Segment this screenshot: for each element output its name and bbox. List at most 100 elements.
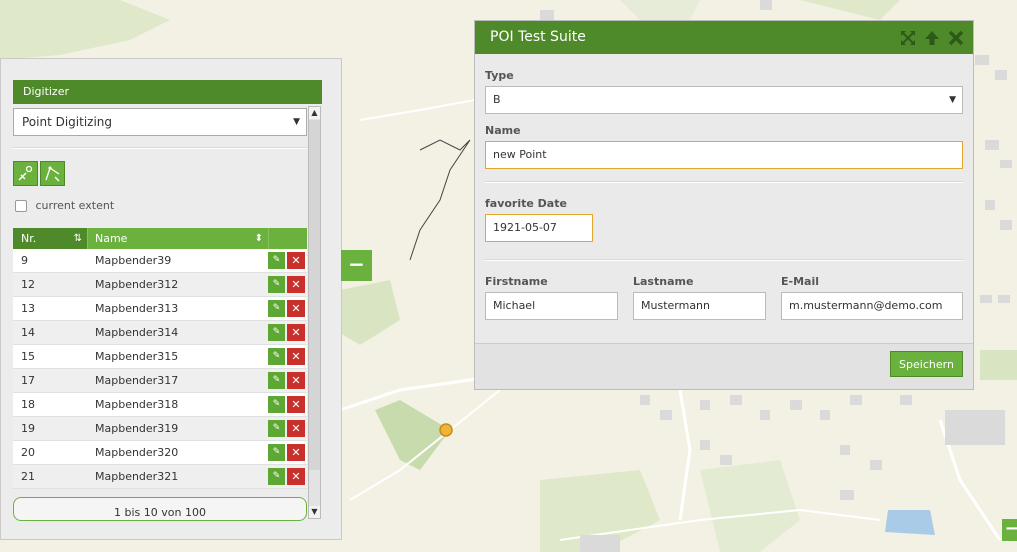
cell-nr: 12: [21, 278, 35, 291]
edit-icon[interactable]: ✎: [268, 396, 285, 413]
cell-name: Mapbender313: [95, 302, 179, 315]
delete-icon[interactable]: ✕: [287, 324, 305, 341]
zoom-out-button[interactable]: −: [1002, 519, 1017, 541]
scroll-down-icon[interactable]: ▼: [309, 506, 320, 518]
cell-name: Mapbender321: [95, 470, 179, 483]
feature-table: Nr. ⇅ Name ⬍ 9 Mapbender39 ✎ ✕ 12 Mapben…: [13, 228, 307, 489]
schema-select[interactable]: Point Digitizing ▼: [13, 108, 307, 136]
delete-icon[interactable]: ✕: [287, 468, 305, 485]
table-row[interactable]: 20 Mapbender320 ✎ ✕: [13, 441, 307, 465]
dialog-header[interactable]: POI Test Suite: [475, 21, 973, 54]
edit-icon[interactable]: ✎: [268, 444, 285, 461]
row-actions: ✎ ✕: [268, 345, 307, 368]
divider: [13, 147, 307, 149]
column-header-actions: [268, 228, 307, 249]
edit-icon[interactable]: ✎: [268, 276, 285, 293]
cell-nr: 19: [21, 422, 35, 435]
cell-nr: 15: [21, 350, 35, 363]
digitizer-header: Digitizer: [13, 80, 322, 104]
type-select-value: B: [493, 93, 501, 106]
edit-icon[interactable]: ✎: [268, 468, 285, 485]
close-icon[interactable]: [947, 29, 965, 47]
divider: [485, 181, 963, 183]
type-label: Type: [485, 69, 514, 82]
cell-name: Mapbender318: [95, 398, 179, 411]
dialog-title: POI Test Suite: [490, 29, 586, 45]
delete-icon[interactable]: ✕: [287, 276, 305, 293]
delete-icon[interactable]: ✕: [287, 372, 305, 389]
cell-name: Mapbender317: [95, 374, 179, 387]
table-row[interactable]: 9 Mapbender39 ✎ ✕: [13, 249, 307, 273]
edit-icon[interactable]: ✎: [268, 348, 285, 365]
lastname-input[interactable]: Mustermann: [633, 292, 766, 320]
firstname-label: Firstname: [485, 275, 548, 288]
name-label: Name: [485, 124, 521, 137]
draw-point-icon: [18, 165, 33, 181]
maximize-icon[interactable]: [899, 29, 917, 47]
column-header-name[interactable]: Name ⬍: [87, 228, 268, 249]
current-extent-checkbox[interactable]: current extent: [15, 199, 114, 215]
poi-dialog: POI Test Suite Type B ▼ Name new Point f…: [474, 20, 974, 390]
cell-nr: 17: [21, 374, 35, 387]
name-input[interactable]: new Point: [485, 141, 963, 169]
table-row[interactable]: 15 Mapbender315 ✎ ✕: [13, 345, 307, 369]
checkbox-box[interactable]: [15, 200, 27, 212]
column-header-nr[interactable]: Nr. ⇅: [13, 228, 87, 249]
date-input[interactable]: 1921-05-07: [485, 214, 593, 242]
firstname-input[interactable]: Michael: [485, 292, 618, 320]
column-nr-label: Nr.: [21, 232, 37, 245]
table-header: Nr. ⇅ Name ⬍: [13, 228, 307, 249]
line-tool-button[interactable]: [40, 161, 65, 186]
row-actions: ✎ ✕: [268, 465, 307, 488]
edit-icon[interactable]: ✎: [268, 420, 285, 437]
type-select[interactable]: B ▼: [485, 86, 963, 114]
edit-icon[interactable]: ✎: [268, 300, 285, 317]
table-row[interactable]: 14 Mapbender314 ✎ ✕: [13, 321, 307, 345]
email-label: E-Mail: [781, 275, 819, 288]
chevron-down-icon: ▼: [949, 95, 956, 105]
row-actions: ✎ ✕: [268, 417, 307, 440]
scroll-thumb[interactable]: [309, 120, 320, 470]
row-actions: ✎ ✕: [268, 441, 307, 464]
cell-name: Mapbender319: [95, 422, 179, 435]
sort-asc-icon: ⇅: [73, 233, 82, 244]
cell-nr: 9: [21, 254, 28, 267]
delete-icon[interactable]: ✕: [287, 444, 305, 461]
edit-icon[interactable]: ✎: [268, 372, 285, 389]
cell-name: Mapbender320: [95, 446, 179, 459]
delete-icon[interactable]: ✕: [287, 300, 305, 317]
table-row[interactable]: 19 Mapbender319 ✎ ✕: [13, 417, 307, 441]
arrow-up-icon[interactable]: [923, 29, 941, 47]
email-input[interactable]: m.mustermann@demo.com: [781, 292, 963, 320]
chevron-down-icon: ▼: [293, 117, 300, 127]
panel-scrollbar[interactable]: ▲ ▼: [308, 106, 321, 519]
edit-icon[interactable]: ✎: [268, 252, 285, 269]
cell-nr: 14: [21, 326, 35, 339]
cell-nr: 20: [21, 446, 35, 459]
table-row[interactable]: 17 Mapbender317 ✎ ✕: [13, 369, 307, 393]
schema-select-value: Point Digitizing: [22, 115, 113, 129]
delete-icon[interactable]: ✕: [287, 420, 305, 437]
table-row[interactable]: 12 Mapbender312 ✎ ✕: [13, 273, 307, 297]
row-actions: ✎ ✕: [268, 369, 307, 392]
scroll-up-icon[interactable]: ▲: [309, 107, 320, 119]
collapse-panel-button[interactable]: −: [341, 250, 372, 281]
divider: [485, 259, 963, 261]
row-actions: ✎ ✕: [268, 249, 307, 272]
table-row[interactable]: 13 Mapbender313 ✎ ✕: [13, 297, 307, 321]
delete-icon[interactable]: ✕: [287, 252, 305, 269]
table-body: 9 Mapbender39 ✎ ✕ 12 Mapbender312 ✎ ✕ 13…: [13, 249, 307, 489]
delete-icon[interactable]: ✕: [287, 396, 305, 413]
save-button[interactable]: Speichern: [890, 351, 963, 377]
row-actions: ✎ ✕: [268, 273, 307, 296]
delete-icon[interactable]: ✕: [287, 348, 305, 365]
cell-nr: 21: [21, 470, 35, 483]
lastname-label: Lastname: [633, 275, 694, 288]
cell-nr: 13: [21, 302, 35, 315]
table-row[interactable]: 21 Mapbender321 ✎ ✕: [13, 465, 307, 489]
table-row[interactable]: 18 Mapbender318 ✎ ✕: [13, 393, 307, 417]
cell-name: Mapbender315: [95, 350, 179, 363]
point-tool-button[interactable]: [13, 161, 38, 186]
edit-icon[interactable]: ✎: [268, 324, 285, 341]
current-extent-label: current extent: [35, 199, 115, 212]
